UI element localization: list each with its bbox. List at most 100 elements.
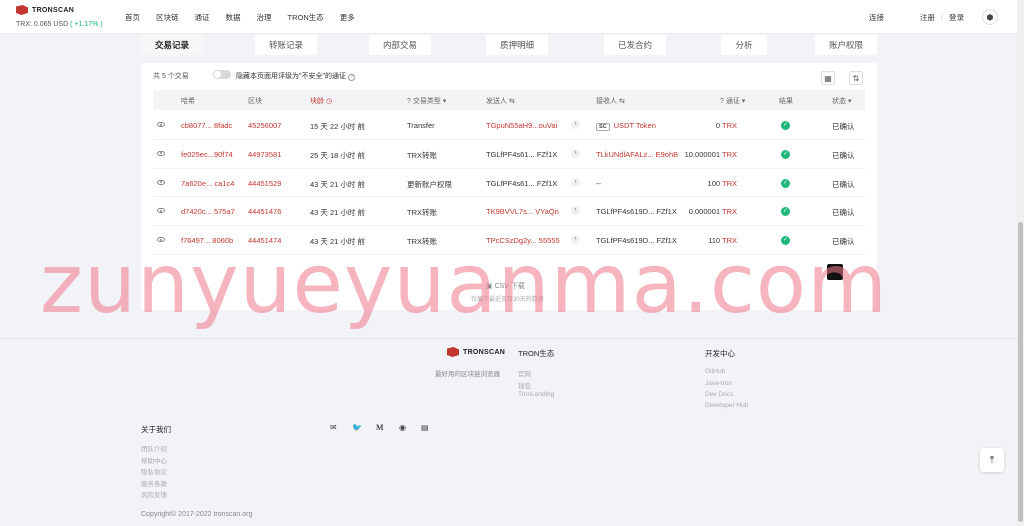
contract-badge: SC bbox=[596, 123, 610, 131]
site-logo[interactable]: TRONSCAN bbox=[16, 5, 74, 15]
tx-status: 已确认 bbox=[832, 179, 855, 189]
eye-icon[interactable] bbox=[157, 237, 165, 243]
hide-unsafe-label: 隐藏本页面用评级为"不安全"的通证? bbox=[236, 71, 355, 81]
tx-type: 更新账户权限 bbox=[407, 179, 452, 189]
tx-block[interactable]: 44973581 bbox=[248, 150, 281, 159]
col-from[interactable]: 发送人 ⇆ bbox=[486, 96, 515, 106]
nav-tokens[interactable]: 通证 bbox=[195, 12, 210, 23]
nav-blockchain[interactable]: 区块链 bbox=[156, 12, 179, 23]
tx-to[interactable]: TGLfPF4s619D... FZf1X bbox=[596, 236, 677, 245]
tx-to[interactable]: SC USDT Token bbox=[596, 121, 656, 131]
tx-block[interactable]: 44451529 bbox=[248, 179, 281, 188]
tx-age: 15 天 22 小时 前 bbox=[310, 122, 366, 131]
footer-about-title: 关于我们 bbox=[141, 425, 171, 434]
footer-link-wallet[interactable]: 钱包 bbox=[518, 380, 531, 390]
tx-block[interactable]: 44451476 bbox=[248, 207, 281, 216]
register-link[interactable]: 注册 bbox=[920, 12, 935, 23]
tab-analytics[interactable]: 分析 bbox=[721, 35, 767, 55]
tx-token[interactable]: TRX bbox=[722, 150, 737, 159]
medium-icon[interactable]: M bbox=[376, 423, 384, 432]
back-to-top-icon[interactable]: ⤒ bbox=[980, 448, 1004, 472]
footer-link-dev-docs[interactable]: Dev Docs bbox=[705, 391, 733, 398]
tx-token[interactable]: TRX bbox=[722, 179, 737, 188]
arrow-right-icon: › bbox=[571, 120, 580, 129]
discord-icon[interactable]: ◉ bbox=[399, 423, 406, 432]
sort-icon[interactable]: ⇅ bbox=[849, 71, 863, 85]
email-icon[interactable]: ✉ bbox=[330, 423, 337, 432]
footer-link-developer-hub[interactable]: Developer Hub bbox=[705, 402, 748, 409]
nav-home[interactable]: 首页 bbox=[125, 12, 140, 23]
tx-hash[interactable]: cb8077... 8fadc bbox=[181, 121, 232, 130]
col-token-label: 通证 bbox=[725, 98, 740, 105]
eye-icon[interactable] bbox=[157, 179, 165, 185]
footer-link-privacy[interactable]: 隐私协议 bbox=[141, 466, 167, 476]
csv-download-link[interactable]: ▣ CSV 下载 bbox=[486, 281, 525, 291]
nav-tron-ecosystem[interactable]: TRON生态 bbox=[288, 12, 324, 23]
hide-unsafe-toggle[interactable] bbox=[213, 70, 231, 79]
calendar-icon[interactable]: ▦ bbox=[821, 71, 835, 85]
top-navbar: TRONSCAN TRX: 0.065 USD ( +1.17% ) 首页 区块… bbox=[0, 0, 1024, 34]
tx-hash[interactable]: 7a620e... ca1c4 bbox=[181, 179, 234, 188]
footer-link-java-tron[interactable]: Java-tron bbox=[705, 380, 732, 387]
eye-icon[interactable] bbox=[157, 150, 165, 156]
connect-wallet-link[interactable]: 连接 bbox=[869, 12, 884, 23]
col-type-label: 交易类型 bbox=[412, 98, 441, 105]
page-scrollbar[interactable] bbox=[1017, 0, 1024, 526]
pagination-current-page[interactable] bbox=[827, 264, 843, 280]
tx-from[interactable]: TGLfPF4s61... FZf1X bbox=[486, 179, 557, 188]
footer-link-official[interactable]: 官网 bbox=[518, 368, 531, 378]
footer-link-tronlending[interactable]: TronLending bbox=[518, 391, 554, 398]
col-status[interactable]: 状态 ▾ bbox=[832, 96, 851, 106]
tx-from[interactable]: TK9BVVL7s... VYaQn bbox=[486, 207, 559, 216]
tx-block[interactable]: 44451474 bbox=[248, 236, 281, 245]
tx-from[interactable]: TGLfPF4s61... FZf1X bbox=[486, 150, 557, 159]
tx-from[interactable]: TPcCSzDg2y... 55555 bbox=[486, 236, 560, 245]
eye-icon[interactable] bbox=[157, 122, 165, 127]
scrollbar-thumb[interactable] bbox=[1018, 222, 1023, 522]
hide-unsafe-text: 隐藏本页面用评级为"不安全"的通证 bbox=[236, 73, 346, 80]
help-icon[interactable]: ? bbox=[347, 74, 355, 81]
footer-link-terms[interactable]: 服务条款 bbox=[141, 478, 167, 488]
cube-icon[interactable]: ⬢ bbox=[982, 9, 998, 25]
tab-staking[interactable]: 质押明细 bbox=[486, 35, 548, 55]
tx-to-label: USDT Token bbox=[613, 121, 656, 130]
footer-link-help[interactable]: 帮助中心 bbox=[141, 455, 167, 465]
tx-type: TRX转账 bbox=[407, 237, 437, 247]
footer-dev-title: 开发中心 bbox=[705, 349, 735, 358]
nav-governance[interactable]: 治理 bbox=[257, 12, 272, 23]
tx-block[interactable]: 45256007 bbox=[248, 121, 281, 130]
tab-transactions[interactable]: 交易记录 bbox=[141, 35, 203, 55]
tx-from[interactable]: TGpuN55aH9...ouVai bbox=[486, 121, 557, 130]
col-age[interactable]: 块龄 ◷ bbox=[310, 96, 332, 106]
footer-link-risk-feedback[interactable]: 风险反馈 bbox=[141, 489, 167, 499]
col-token[interactable]: ? 通证 ▾ bbox=[720, 96, 745, 106]
twitter-icon[interactable]: 🐦 bbox=[352, 423, 362, 432]
tx-token[interactable]: TRX bbox=[722, 207, 737, 216]
tab-permissions[interactable]: 账户权限 bbox=[815, 35, 877, 55]
tab-internal-tx[interactable]: 内部交易 bbox=[369, 35, 431, 55]
tx-to[interactable]: TGLfPF4s619D... FZf1X bbox=[596, 207, 677, 216]
tab-transfers[interactable]: 转账记录 bbox=[255, 35, 317, 55]
tx-token[interactable]: TRX bbox=[722, 236, 737, 245]
footer-logo[interactable]: TRONSCAN bbox=[447, 347, 505, 357]
tx-to[interactable]: TLkUNdlAFALz... E9ohB bbox=[596, 150, 678, 159]
tx-hash[interactable]: fe025ec...90f74 bbox=[181, 150, 233, 159]
eye-icon[interactable] bbox=[157, 208, 165, 214]
tx-token[interactable]: TRX bbox=[722, 121, 737, 130]
table-row: 7a620e... ca1c4 44451529 43 天 21 小时 前 更新… bbox=[153, 169, 865, 198]
nav-data[interactable]: 数据 bbox=[226, 12, 241, 23]
login-link[interactable]: 登录 bbox=[949, 12, 964, 23]
nav-more[interactable]: 更多 bbox=[340, 12, 355, 23]
tx-hash[interactable]: d7420c... 575a7 bbox=[181, 207, 235, 216]
col-to[interactable]: 接收人 ⇆ bbox=[596, 96, 625, 106]
chat-icon[interactable]: ▤ bbox=[421, 423, 429, 432]
table-row: d7420c... 575a7 44451476 43 天 21 小时 前 TR… bbox=[153, 197, 865, 227]
col-type[interactable]: ? 交易类型 ▾ bbox=[407, 96, 446, 106]
tab-contracts[interactable]: 已发合约 bbox=[604, 35, 666, 55]
trx-price: TRX: 0.065 USD ( +1.17% ) bbox=[16, 21, 103, 28]
footer-link-team[interactable]: 团队介绍 bbox=[141, 443, 167, 453]
tx-hash[interactable]: f76497... 8060b bbox=[181, 236, 233, 245]
footer-link-github[interactable]: GitHub bbox=[705, 368, 725, 375]
tx-amount-value: 10.000001 bbox=[684, 149, 721, 159]
footer-eco-title: TRON生态 bbox=[518, 349, 555, 358]
